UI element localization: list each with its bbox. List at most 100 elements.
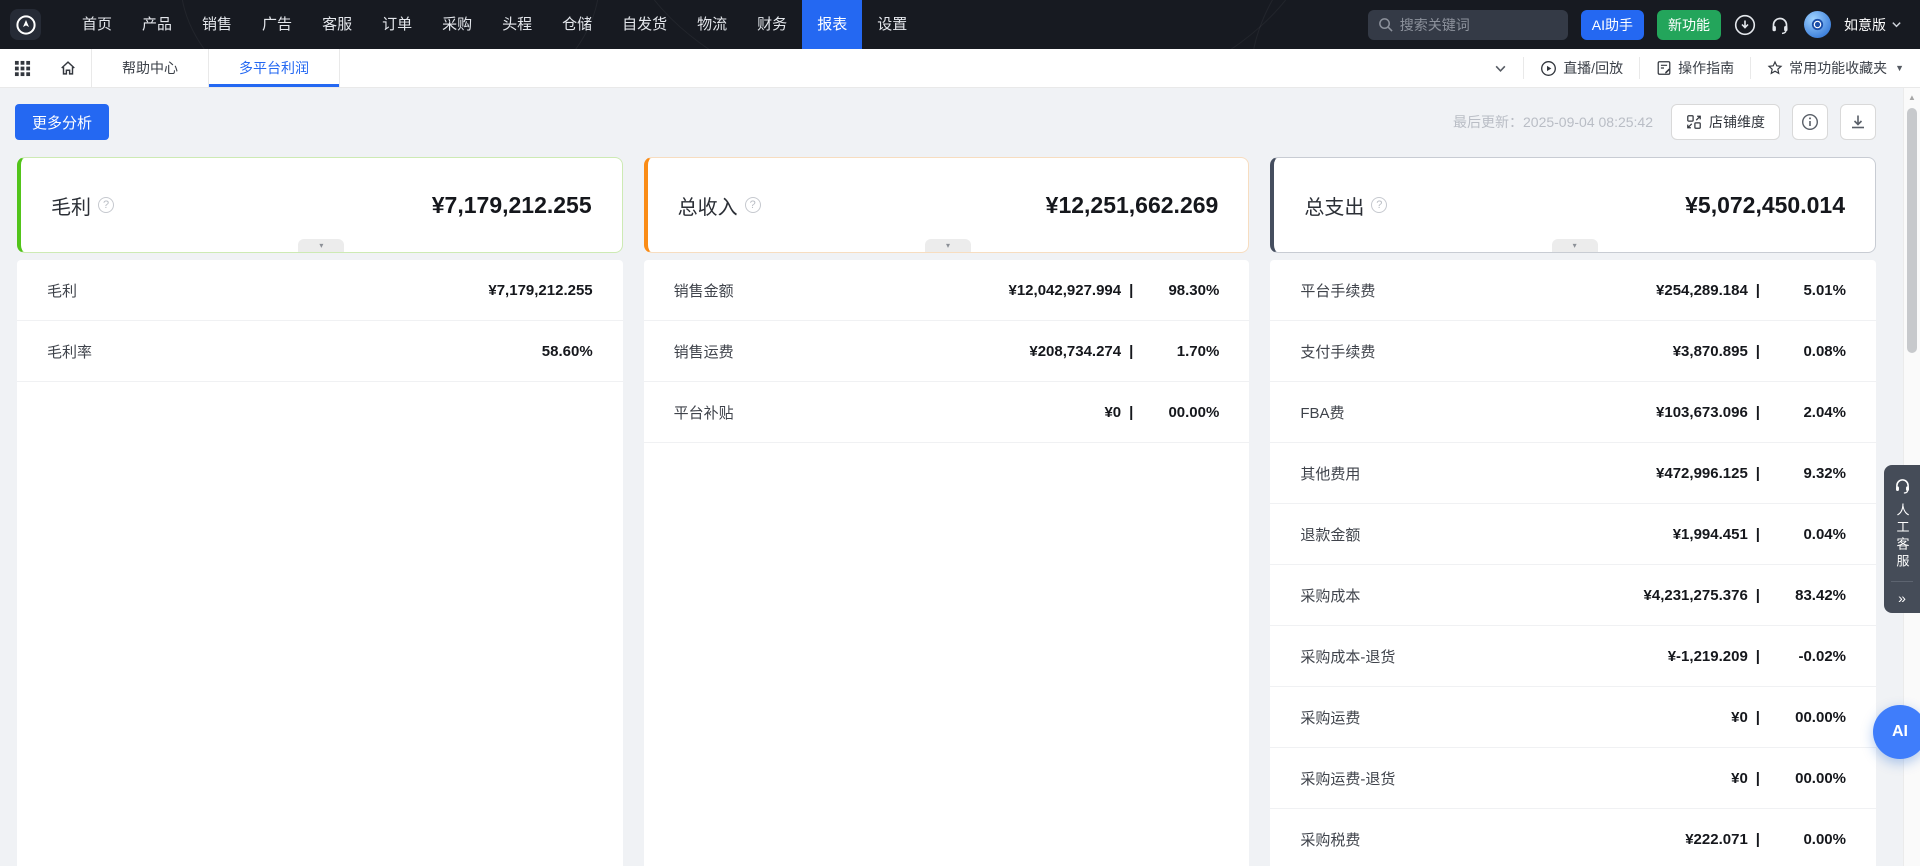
edition-menu[interactable]: 如意版	[1844, 15, 1902, 35]
nav-item-6[interactable]: 订单	[367, 0, 427, 49]
play-circle-icon	[1540, 60, 1557, 77]
help-question-icon[interactable]: ?	[98, 197, 114, 213]
apps-grid-icon[interactable]	[0, 49, 45, 87]
scroll-up-arrow-icon[interactable]: ▲	[1904, 88, 1920, 103]
report-toolbar: 更多分析 最后更新：2025-09-04 08:25:42 店铺维度	[0, 88, 1920, 140]
nav-item-12[interactable]: 财务	[742, 0, 802, 49]
metric-value: ¥7,179,212.255	[488, 282, 592, 299]
ai-floating-button[interactable]: AI	[1873, 705, 1920, 759]
live-replay-link[interactable]: 直播/回放	[1524, 49, 1639, 87]
nav-item-1[interactable]: 首页	[67, 0, 127, 49]
metric-value: ¥-1,219.209	[1668, 648, 1748, 665]
metric-value: ¥0	[1104, 404, 1121, 421]
metric-label: 销售运费	[674, 341, 734, 362]
chevron-down-icon	[1891, 19, 1902, 30]
nav-item-7[interactable]: 采购	[427, 0, 487, 49]
tabs-dropdown-chevron[interactable]	[1478, 49, 1523, 87]
customer-service-widget[interactable]: 人工客服 »	[1884, 465, 1920, 613]
collapse-toggle[interactable]: ▾	[298, 239, 344, 252]
help-question-icon[interactable]: ?	[1371, 197, 1387, 213]
nav-item-3[interactable]: 销售	[187, 0, 247, 49]
total-expense-detail-list: 平台手续费¥254,289.184|5.01%支付手续费¥3,870.895|0…	[1270, 260, 1876, 866]
metric-value-group: ¥3,870.895|0.08%	[1673, 343, 1846, 360]
metric-label: 采购成本-退货	[1300, 646, 1395, 667]
card-total-value: ¥5,072,450.014	[1685, 192, 1845, 219]
metric-row: 采购税费¥222.071|0.00%	[1270, 809, 1876, 866]
star-icon	[1767, 60, 1783, 76]
global-search[interactable]	[1368, 10, 1568, 40]
card-title: 总收入?	[678, 191, 761, 220]
chevron-down-icon: ▾	[1573, 241, 1577, 251]
search-input[interactable]	[1400, 17, 1558, 33]
customer-service-label: 人工客服	[1893, 503, 1912, 571]
metric-value: ¥1,994.451	[1673, 526, 1748, 543]
metric-value-group: ¥208,734.274|1.70%	[1029, 343, 1219, 360]
metric-value: ¥0	[1731, 770, 1748, 787]
total-expense-header: 总支出? ¥5,072,450.014 ▾	[1270, 157, 1876, 253]
headset-support-icon[interactable]	[1769, 14, 1791, 36]
export-download-button[interactable]	[1840, 104, 1876, 140]
more-analysis-button[interactable]: 更多分析	[15, 104, 109, 140]
nav-item-4[interactable]: 广告	[247, 0, 307, 49]
ai-assistant-button[interactable]: AI助手	[1581, 10, 1644, 40]
metric-label: 采购运费-退货	[1300, 768, 1395, 789]
metric-value-group: ¥-1,219.209|-0.02%	[1668, 648, 1846, 665]
metric-value-group: ¥0|00.00%	[1731, 770, 1846, 787]
favorites-menu[interactable]: 常用功能收藏夹 ▼	[1751, 49, 1920, 87]
nav-item-8[interactable]: 头程	[487, 0, 547, 49]
gross-profit-detail-list: 毛利¥7,179,212.255毛利率58.60%	[17, 260, 623, 866]
metric-row: 采购运费-退货 ¥0|00.00%	[1270, 748, 1876, 809]
tab-multi-platform-profit[interactable]: 多平台利润	[209, 49, 339, 87]
help-question-icon[interactable]: ?	[745, 197, 761, 213]
new-feature-button[interactable]: 新功能	[1657, 10, 1721, 40]
store-dimension-icon	[1686, 114, 1702, 130]
collapse-toggle[interactable]: ▾	[1552, 239, 1598, 252]
collapse-toggle[interactable]: ▾	[925, 239, 971, 252]
favorites-label: 常用功能收藏夹	[1789, 58, 1887, 78]
nav-item-5[interactable]: 客服	[307, 0, 367, 49]
nav-item-9[interactable]: 仓储	[547, 0, 607, 49]
top-nav: 首页产品销售广告客服订单采购头程仓储自发货物流财务报表设置 AI助手 新功能 如…	[0, 0, 1920, 49]
metric-value-group: 58.60%	[542, 343, 593, 360]
app-logo[interactable]	[10, 9, 41, 40]
download-center-icon[interactable]	[1734, 14, 1756, 36]
store-dimension-label: 店铺维度	[1709, 112, 1765, 132]
nav-item-13[interactable]: 报表	[802, 0, 862, 49]
metric-value: ¥254,289.184	[1656, 282, 1748, 299]
metric-value-group: ¥0|00.00%	[1731, 709, 1846, 726]
nav-item-10[interactable]: 自发货	[607, 0, 682, 49]
metric-value-group: ¥103,673.096|2.04%	[1656, 404, 1846, 421]
metric-label: 采购运费	[1300, 707, 1360, 728]
nav-item-2[interactable]: 产品	[127, 0, 187, 49]
operation-guide-link[interactable]: 操作指南	[1640, 49, 1750, 87]
scrollbar-thumb[interactable]	[1907, 108, 1917, 353]
total-revenue-detail-list: 销售金额¥12,042,927.994|98.30%销售运费¥208,734.2…	[644, 260, 1250, 866]
card-title-text: 总收入	[678, 191, 738, 220]
metric-value: ¥103,673.096	[1656, 404, 1748, 421]
chevron-down-icon: ▾	[319, 241, 323, 251]
metric-row: 毛利¥7,179,212.255	[17, 260, 623, 321]
metric-percent: 1.70%	[1133, 343, 1219, 360]
home-icon[interactable]	[45, 49, 91, 87]
metric-value-group: ¥472,996.125|9.32%	[1656, 465, 1846, 482]
nav-item-14[interactable]: 设置	[862, 0, 922, 49]
metric-row: 支付手续费¥3,870.895|0.08%	[1270, 321, 1876, 382]
metric-percent: 2.04%	[1760, 404, 1846, 421]
headset-icon	[1893, 476, 1912, 495]
metric-value-group: ¥1,994.451|0.04%	[1673, 526, 1846, 543]
user-avatar[interactable]	[1804, 11, 1831, 38]
info-button[interactable]	[1792, 104, 1828, 140]
total-expense-card: 总支出? ¥5,072,450.014 ▾ 平台手续费¥254,289.184|5.0…	[1270, 157, 1876, 866]
metric-percent: 0.04%	[1760, 526, 1846, 543]
collapse-panel-button[interactable]: »	[1884, 582, 1920, 613]
card-title-text: 总支出	[1304, 191, 1364, 220]
metric-value: ¥222.071	[1685, 831, 1748, 848]
metric-value-group: ¥254,289.184|5.01%	[1656, 282, 1846, 299]
metric-value-group: ¥4,231,275.376|83.42%	[1644, 587, 1846, 604]
store-dimension-button[interactable]: 店铺维度	[1671, 104, 1780, 140]
page-tab-bar: 帮助中心 多平台利润 直播/回放 操作指南 常用功能收藏夹 ▼	[0, 49, 1920, 88]
metric-label: 退款金额	[1300, 524, 1360, 545]
tab-help-center[interactable]: 帮助中心	[92, 49, 208, 87]
nav-item-11[interactable]: 物流	[682, 0, 742, 49]
card-title: 总支出?	[1304, 191, 1387, 220]
